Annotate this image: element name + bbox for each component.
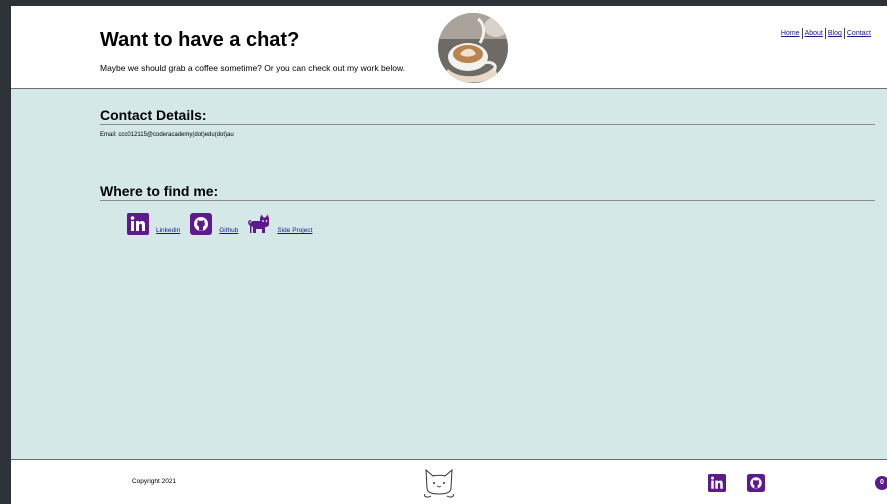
page-footer: Copyright 2021 0 — [11, 459, 887, 504]
page: Want to have a chat? Maybe we should gra… — [11, 6, 887, 504]
main-content: Contact Details: Email: ccc012115@codera… — [11, 89, 887, 459]
cat-icon[interactable] — [248, 213, 270, 235]
contact-heading: Contact Details: — [100, 107, 875, 125]
nav-link-contact[interactable]: Contact — [843, 28, 873, 39]
page-title: Want to have a chat? — [100, 29, 300, 51]
window-frame-left — [0, 0, 11, 504]
copyright-text: Copyright 2021 — [132, 478, 177, 485]
nav-link-home[interactable]: Home — [779, 28, 802, 39]
top-nav: Home About Blog Contact — [779, 28, 873, 39]
linkedin-link[interactable]: Linkedin — [156, 227, 180, 235]
nav-link-blog[interactable]: Blog — [824, 28, 844, 39]
nav-link-about[interactable]: About — [801, 28, 825, 39]
footer-github-icon[interactable] — [747, 474, 765, 492]
linkedin-icon[interactable] — [127, 213, 149, 235]
page-subtitle: Maybe we should grab a coffee sometime? … — [100, 63, 406, 73]
github-icon[interactable] — [190, 213, 213, 235]
find-heading: Where to find me: — [100, 183, 875, 201]
notification-badge[interactable]: 0 — [875, 476, 887, 490]
social-links: Linkedin Github Side Project — [127, 213, 322, 235]
page-header: Want to have a chat? Maybe we should gra… — [11, 6, 887, 89]
side-project-link[interactable]: Side Project — [277, 227, 312, 235]
footer-linkedin-icon[interactable] — [708, 474, 726, 492]
contact-email: Email: ccc012115@coderacademy(dot)edu(do… — [100, 132, 234, 138]
cat-logo-icon — [421, 466, 457, 499]
github-link[interactable]: Github — [219, 227, 238, 235]
coffee-image — [438, 13, 508, 83]
